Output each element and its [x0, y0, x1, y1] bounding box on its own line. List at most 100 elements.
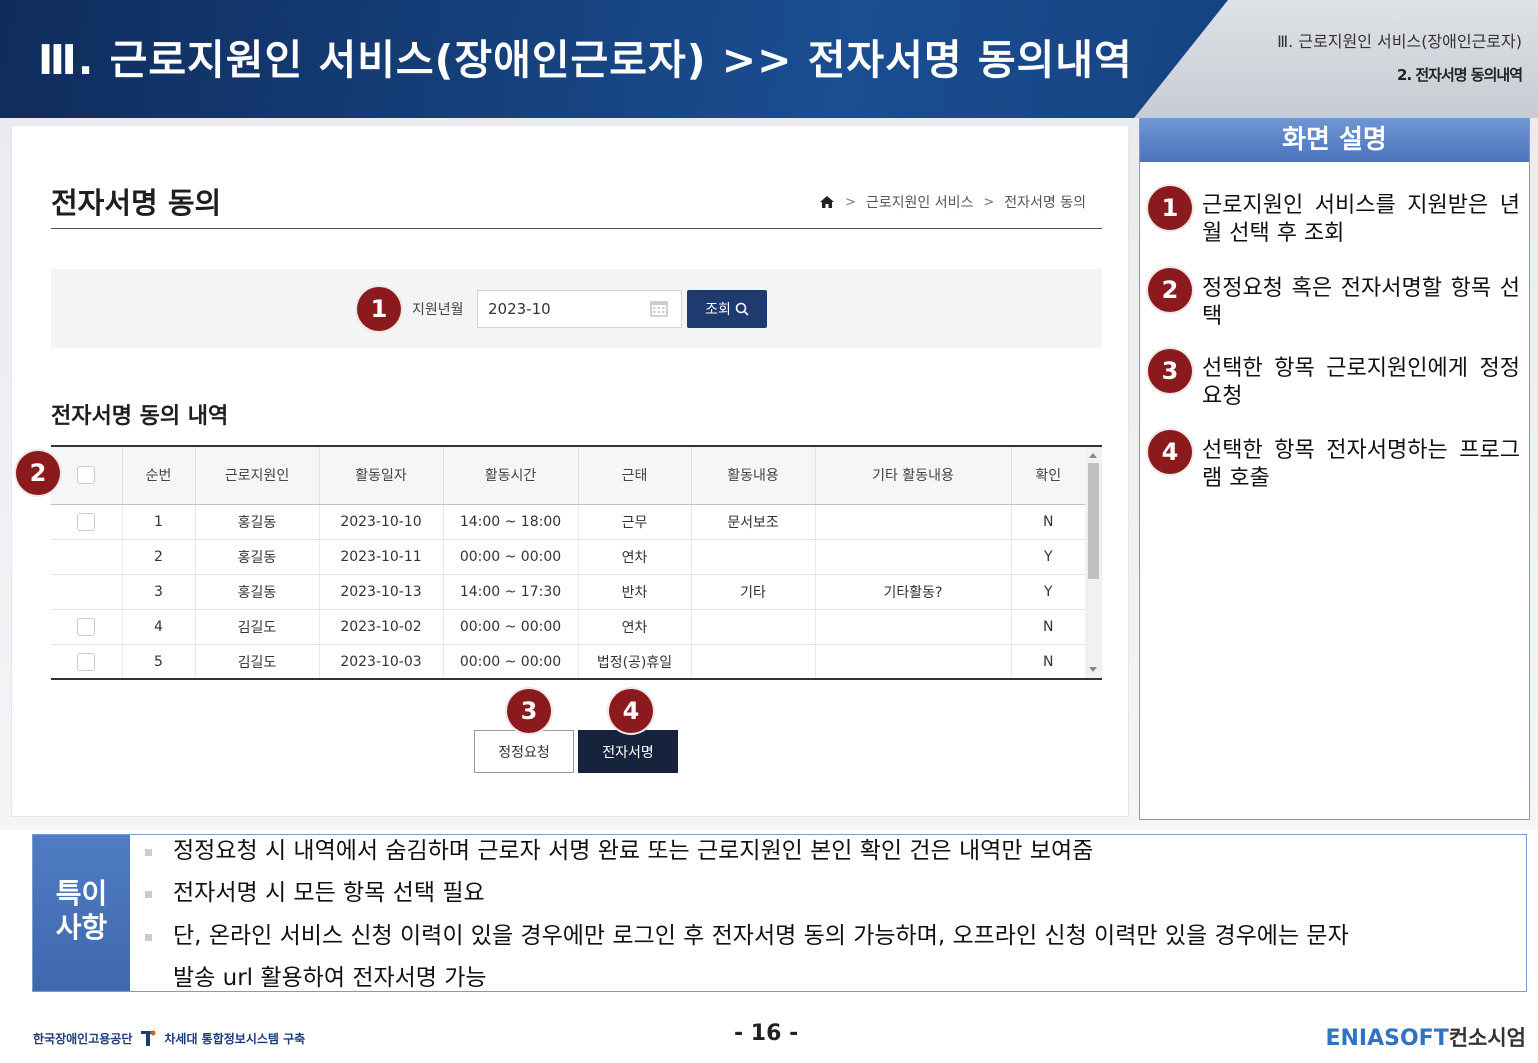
table-row[interactable]: 3 홍길동 2023-10-13 14:00 ~ 17:30 반차 기타 기타활… [51, 574, 1085, 610]
list-title: 전자서명 동의 내역 [51, 404, 229, 429]
notes-label: 특이 사항 [33, 877, 130, 945]
cell-time: 14:00 ~ 17:30 [443, 574, 579, 610]
cell-other [815, 539, 1012, 575]
title-divider [51, 228, 1102, 229]
search-button-label: 조회 [705, 302, 731, 318]
cell-confirm: Y [1011, 574, 1085, 610]
row-select-cell [51, 609, 123, 645]
cell-date: 2023-10-13 [319, 574, 444, 610]
cell-time: 00:00 ~ 00:00 [443, 539, 579, 575]
cell-activity [691, 644, 816, 678]
search-button[interactable]: 조회 [687, 290, 767, 328]
org-name: 한국장애인고용공단 [33, 1031, 133, 1046]
select-all-header [51, 447, 123, 505]
home-icon[interactable] [819, 194, 835, 210]
cell-no: 5 [122, 644, 196, 678]
callout-badge-1: 1 [357, 287, 401, 331]
notes-label-line2: 사항 [55, 911, 108, 944]
scroll-down-arrow[interactable] [1089, 667, 1097, 672]
brand-part2: IASOFT [1358, 1026, 1449, 1051]
breadcrumb-separator: > [844, 194, 856, 210]
search-icon [735, 302, 749, 316]
table-row[interactable]: 1 홍길동 2023-10-10 14:00 ~ 18:00 근무 문서보조 N [51, 504, 1085, 540]
section-label: Ⅲ. 근로지원인 서비스(장애인근로자) [1277, 32, 1522, 51]
table-row[interactable]: 2 홍길동 2023-10-11 00:00 ~ 00:00 연차 Y [51, 539, 1085, 575]
row-select-cell [51, 539, 123, 575]
row-checkbox[interactable] [77, 617, 96, 636]
cell-other [815, 644, 1012, 678]
slide-title: Ⅲ. 근로지원인 서비스(장애인근로자) >> 전자서명 동의내역 [38, 36, 1133, 84]
cell-activity: 문서보조 [691, 504, 816, 540]
scroll-up-arrow[interactable] [1089, 453, 1097, 458]
desc-item-4: 선택한 항목 전자서명하는 프로그램 호출 [1202, 438, 1520, 491]
cell-time: 00:00 ~ 00:00 [443, 609, 579, 645]
table-header-row: 순번 근로지원인 활동일자 활동시간 근태 활동내용 기타 활동내용 확인 [51, 447, 1085, 505]
cell-attendance: 연차 [578, 609, 692, 645]
page-number: - 16 - [734, 1021, 799, 1046]
cell-other: 기타활동? [815, 574, 1012, 610]
column-header: 활동일자 [319, 447, 444, 505]
consortium-logo: ENIASOFT컨소시엄 [1325, 1022, 1526, 1052]
scroll-thumb[interactable] [1088, 463, 1099, 579]
cell-no: 2 [122, 539, 196, 575]
row-select-cell [51, 504, 123, 540]
row-checkbox[interactable] [77, 652, 96, 671]
e-sign-button[interactable]: 전자서명 [578, 730, 678, 773]
callout-badge-3: 3 [507, 689, 551, 733]
desc-item-3: 선택한 항목 근로지원인에게 정정요청 [1202, 356, 1520, 409]
cell-no: 3 [122, 574, 196, 610]
breadcrumb-item-current: 전자서명 동의 [1004, 195, 1086, 211]
cell-no: 1 [122, 504, 196, 540]
cell-worker: 홍길동 [195, 574, 320, 610]
cell-worker: 홍길동 [195, 539, 320, 575]
cell-confirm: N [1011, 644, 1085, 678]
column-header: 활동시간 [443, 447, 579, 505]
cell-attendance: 연차 [578, 539, 692, 575]
cell-no: 4 [122, 609, 196, 645]
table-scrollbar[interactable] [1085, 447, 1102, 678]
cell-attendance: 반차 [578, 574, 692, 610]
cell-other [815, 609, 1012, 645]
calendar-icon[interactable] [650, 300, 668, 317]
cell-attendance: 법정(공)휴일 [578, 644, 692, 678]
cell-confirm: Y [1011, 539, 1085, 575]
cell-worker: 김길도 [195, 644, 320, 678]
notes-label-bar: 특이 사항 [33, 835, 130, 991]
cell-worker: 홍길동 [195, 504, 320, 540]
note-item-1: 정정요청 시 내역에서 숨김하며 근로자 서명 완료 또는 근로지원인 본인 확… [173, 838, 1094, 864]
select-all-checkbox[interactable] [77, 466, 96, 485]
bullet-icon [145, 891, 152, 898]
table-row[interactable]: 4 김길도 2023-10-02 00:00 ~ 00:00 연차 N [51, 609, 1085, 645]
breadcrumb-separator: > [983, 194, 995, 210]
callout-badge-4: 4 [609, 689, 653, 733]
cell-attendance: 근무 [578, 504, 692, 540]
fix-request-button[interactable]: 정정요청 [474, 730, 574, 773]
notes-label-line1: 특이 [55, 877, 108, 910]
column-header: 확인 [1011, 447, 1085, 505]
brand-suffix: 컨소시엄 [1448, 1026, 1526, 1050]
table-row[interactable]: 5 김길도 2023-10-03 00:00 ~ 00:00 법정(공)휴일 N [51, 644, 1085, 678]
cell-activity [691, 609, 816, 645]
consent-table: 순번 근로지원인 활동일자 활동시간 근태 활동내용 기타 활동내용 확인 1 … [51, 445, 1102, 680]
column-header: 기타 활동내용 [815, 447, 1012, 505]
org-logo-icon [141, 1030, 156, 1046]
row-select-cell [51, 644, 123, 678]
breadcrumb-item-service[interactable]: 근로지원인 서비스 [866, 192, 974, 212]
cell-confirm: N [1011, 504, 1085, 540]
row-checkbox[interactable] [77, 512, 96, 531]
subsection-label: 2. 전자서명 동의내역 [1397, 66, 1523, 84]
column-header: 근태 [578, 447, 692, 505]
note-item-3: 단, 온라인 서비스 신청 이력이 있을 경우에만 로그인 후 전자서명 동의 … [173, 923, 1349, 949]
cell-other [815, 504, 1012, 540]
cell-date: 2023-10-11 [319, 539, 444, 575]
row-select-cell [51, 574, 123, 610]
cell-date: 2023-10-10 [319, 504, 444, 540]
notes-box: 특이 사항 정정요청 시 내역에서 숨김하며 근로자 서명 완료 또는 근로지원… [32, 834, 1527, 992]
footer-org: 한국장애인고용공단 차세대 통합정보시스템 구축 [33, 1028, 305, 1048]
cell-time: 14:00 ~ 18:00 [443, 504, 579, 540]
note-item-3-cont: 발송 url 활용하여 전자서명 가능 [173, 965, 487, 991]
desc-badge-1: 1 [1148, 186, 1192, 230]
callout-badge-2: 2 [16, 451, 60, 495]
desc-item-1: 근로지원인 서비스를 지원받은 년월 선택 후 조회 [1202, 193, 1520, 246]
desc-badge-3: 3 [1148, 349, 1192, 393]
